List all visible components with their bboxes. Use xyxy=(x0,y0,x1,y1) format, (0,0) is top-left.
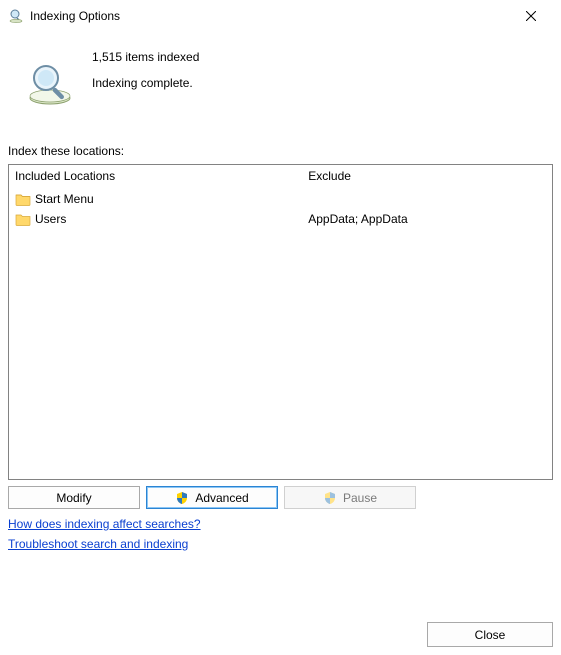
status-section: 1,515 items indexed Indexing complete. xyxy=(8,50,553,108)
locations-section-label: Index these locations: xyxy=(8,144,553,158)
indexing-status-label: Indexing complete. xyxy=(92,76,199,90)
exclude-cell: AppData; AppData xyxy=(308,209,546,229)
close-button[interactable]: Close xyxy=(427,622,553,647)
location-name: Users xyxy=(35,212,66,226)
exclude-cell xyxy=(308,189,546,209)
included-column-header: Included Locations xyxy=(15,169,296,183)
folder-icon xyxy=(15,192,31,206)
folder-icon xyxy=(15,212,31,226)
locations-list[interactable]: Included Locations Start Menu Users Excl… xyxy=(8,164,553,480)
window-close-button[interactable] xyxy=(509,0,553,32)
location-name: Start Menu xyxy=(35,192,94,206)
magnifier-icon xyxy=(26,60,74,108)
title-bar: Indexing Options xyxy=(0,0,561,32)
app-icon xyxy=(8,8,24,24)
uac-shield-icon xyxy=(323,491,337,505)
items-indexed-label: 1,515 items indexed xyxy=(92,50,199,64)
window-title: Indexing Options xyxy=(30,9,509,23)
list-item[interactable]: Users xyxy=(15,209,296,229)
close-icon xyxy=(526,11,536,21)
action-buttons-row: Modify Advanced Pause xyxy=(8,486,553,509)
help-link[interactable]: How does indexing affect searches? xyxy=(8,517,201,531)
list-item[interactable]: Start Menu xyxy=(15,189,296,209)
uac-shield-icon xyxy=(175,491,189,505)
advanced-button[interactable]: Advanced xyxy=(146,486,278,509)
pause-button: Pause xyxy=(284,486,416,509)
exclude-column-header: Exclude xyxy=(308,169,546,183)
troubleshoot-link[interactable]: Troubleshoot search and indexing xyxy=(8,537,188,551)
modify-button[interactable]: Modify xyxy=(8,486,140,509)
